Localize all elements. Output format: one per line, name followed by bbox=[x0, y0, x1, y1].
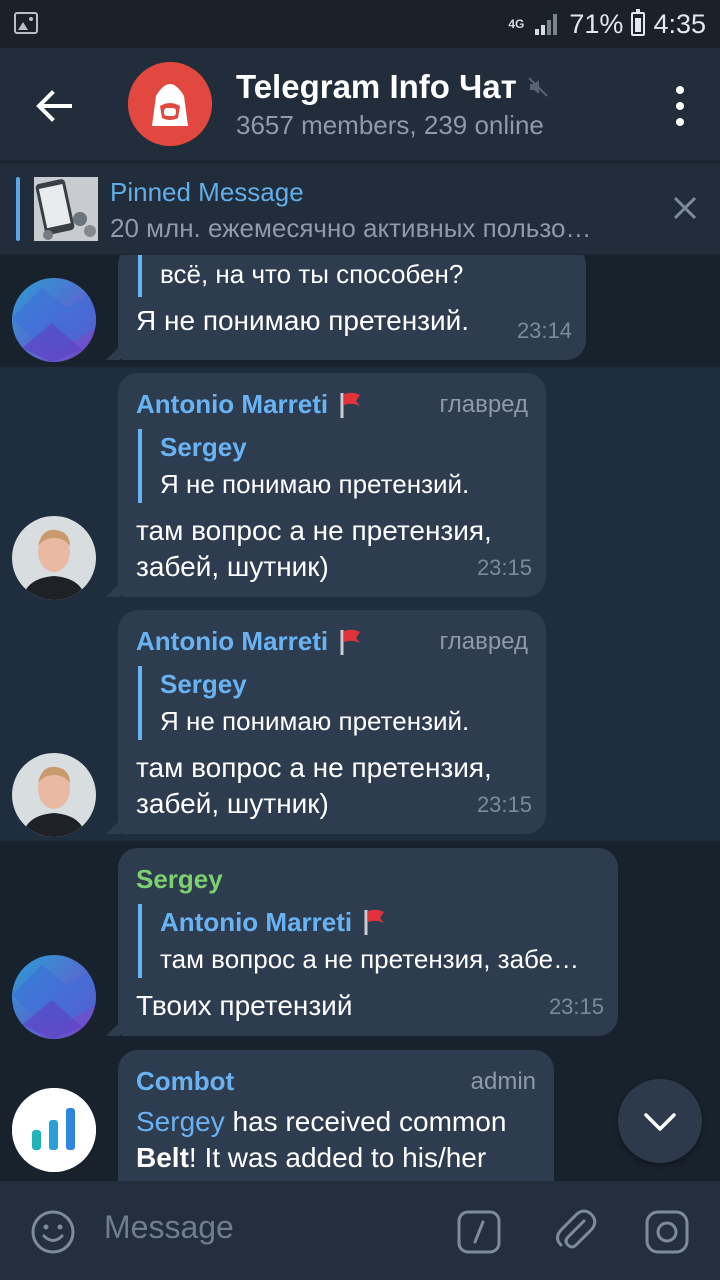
close-pinned-button[interactable] bbox=[670, 193, 700, 223]
pinned-accent-bar bbox=[16, 177, 20, 241]
author-name[interactable]: Combot bbox=[136, 1066, 234, 1097]
author-name-text: Antonio Marreti bbox=[136, 626, 329, 656]
message-input[interactable]: Message bbox=[104, 1209, 234, 1246]
message-list[interactable]: всё, на что ты способен? Я не понимаю пр… bbox=[0, 255, 720, 1181]
message-bubble[interactable]: Sergey Antonio Marreti там вопрос а не п… bbox=[106, 848, 618, 1036]
group-avatar[interactable] bbox=[128, 62, 212, 146]
incognito-mascot-icon bbox=[128, 62, 212, 146]
avatar-sergey[interactable] bbox=[12, 278, 96, 362]
message-time: 23:15 bbox=[476, 555, 532, 580]
pinned-text: 20 млн. ежемесячно активных пользо… bbox=[110, 213, 592, 243]
message-time: 23:15 bbox=[476, 792, 532, 817]
message-bold-text: Belt bbox=[136, 1142, 189, 1173]
status-icons: 4G 71% 4:35 bbox=[505, 8, 706, 40]
dot-icon bbox=[676, 86, 684, 94]
emoji-button[interactable] bbox=[30, 1209, 76, 1255]
author-name-text: Antonio Marreti bbox=[136, 389, 329, 419]
bar-chart-logo-icon bbox=[12, 1088, 96, 1172]
reply-text: Я не понимаю претензий. bbox=[160, 706, 470, 736]
red-flag-icon bbox=[340, 392, 361, 418]
author-name[interactable]: Antonio Marreti bbox=[136, 626, 364, 657]
message-text-line1: там вопрос а не претензия, bbox=[136, 515, 492, 546]
close-icon bbox=[673, 196, 697, 220]
camera-button[interactable] bbox=[644, 1209, 690, 1255]
battery-icon bbox=[631, 9, 646, 36]
author-role: главред bbox=[439, 391, 529, 418]
reply-text: там вопрос а не претензия, забе… bbox=[160, 944, 580, 974]
red-flag-icon bbox=[364, 909, 385, 935]
pinned-thumbnail bbox=[34, 177, 98, 241]
message-text-line2: забей, шутник) bbox=[136, 788, 329, 819]
chevron-down-icon bbox=[644, 1113, 676, 1131]
message-text: Я не понимаю претензий. bbox=[136, 305, 470, 336]
reply-text: Я не понимаю претензий. bbox=[160, 469, 470, 499]
pinned-title: Pinned Message bbox=[110, 177, 304, 207]
message-time: 23:14 bbox=[516, 318, 572, 343]
message-text-part: has received common bbox=[224, 1106, 507, 1137]
smiley-icon bbox=[31, 1210, 75, 1254]
reply-quote[interactable]: Sergey Я не понимаю претензий. bbox=[138, 429, 469, 503]
bot-commands-button[interactable] bbox=[456, 1209, 502, 1255]
dot-icon bbox=[676, 118, 684, 126]
message-text-line2: забей, шутник) bbox=[136, 551, 329, 582]
user-mention-link[interactable]: Sergey bbox=[136, 1106, 225, 1137]
dot-icon bbox=[676, 102, 684, 110]
author-name-text: Combot bbox=[136, 1066, 235, 1096]
clock: 4:35 bbox=[653, 8, 706, 39]
gallery-notification-icon bbox=[14, 12, 38, 34]
reply-quote[interactable]: всё, на что ты способен? bbox=[138, 255, 463, 297]
message-text-part: ! It was added to his/her bbox=[188, 1142, 487, 1173]
red-flag-icon bbox=[340, 629, 361, 655]
author-role: admin bbox=[470, 1068, 536, 1095]
battery-percent: 71% bbox=[569, 8, 624, 39]
camera-icon bbox=[645, 1210, 689, 1254]
slash-command-icon bbox=[457, 1210, 501, 1254]
message-bubble[interactable]: всё, на что ты способен? Я не понимаю пр… bbox=[106, 255, 586, 360]
reply-author-text: Antonio Marreti bbox=[160, 907, 353, 937]
more-menu-button[interactable] bbox=[674, 86, 686, 126]
member-count: 3657 members, 239 online bbox=[236, 110, 544, 140]
message-bubble[interactable]: Antonio Marreti главред Sergey Я не пони… bbox=[106, 373, 546, 597]
attach-button[interactable] bbox=[550, 1205, 600, 1255]
avatar-antonio[interactable] bbox=[12, 753, 96, 837]
message-text-line1: там вопрос а не претензия, bbox=[136, 752, 492, 783]
message-bubble[interactable]: Combot admin Sergey has received common … bbox=[118, 1050, 554, 1181]
status-bar: 4G 71% 4:35 bbox=[0, 0, 720, 48]
chat-title[interactable]: Telegram Info Чат bbox=[236, 68, 549, 106]
message-bubble[interactable]: Antonio Marreti главред Sergey Я не пони… bbox=[106, 610, 546, 834]
reply-text: всё, на что ты способен? bbox=[160, 259, 464, 289]
paperclip-icon bbox=[556, 1209, 597, 1249]
message-time: 23:15 bbox=[548, 994, 604, 1019]
muted-icon bbox=[528, 77, 548, 97]
reply-author: Sergey bbox=[160, 432, 247, 462]
avatar-antonio[interactable] bbox=[12, 516, 96, 600]
back-button[interactable] bbox=[26, 78, 82, 134]
message-text-line2: Belt! It was added to his/her bbox=[136, 1140, 486, 1176]
message-text-line1: Sergey has received common bbox=[136, 1104, 506, 1140]
avatar-combot[interactable] bbox=[12, 1088, 96, 1172]
scroll-to-bottom-button[interactable] bbox=[618, 1079, 702, 1163]
author-name-text: Sergey bbox=[136, 864, 223, 894]
chat-title-text: Telegram Info Чат bbox=[236, 68, 517, 105]
avatar-sergey[interactable] bbox=[12, 955, 96, 1039]
author-role: главред bbox=[439, 628, 529, 655]
pinned-message-bar[interactable]: Pinned Message 20 млн. ежемесячно активн… bbox=[0, 162, 720, 254]
signal-icon bbox=[535, 13, 561, 35]
reply-quote[interactable]: Antonio Marreti там вопрос а не претензи… bbox=[138, 904, 598, 978]
reply-author: Sergey bbox=[160, 669, 247, 699]
author-name[interactable]: Sergey bbox=[136, 864, 223, 895]
message-input-bar: Message bbox=[0, 1181, 720, 1280]
chat-header: Telegram Info Чат 3657 members, 239 onli… bbox=[0, 48, 720, 160]
reply-quote[interactable]: Sergey Я не понимаю претензий. bbox=[138, 666, 469, 740]
author-name[interactable]: Antonio Marreti bbox=[136, 389, 364, 420]
message-text: Твоих претензий bbox=[136, 990, 353, 1021]
network-type: 4G bbox=[508, 17, 525, 31]
reply-author: Antonio Marreti bbox=[160, 904, 598, 940]
arrow-left-icon bbox=[36, 90, 72, 122]
